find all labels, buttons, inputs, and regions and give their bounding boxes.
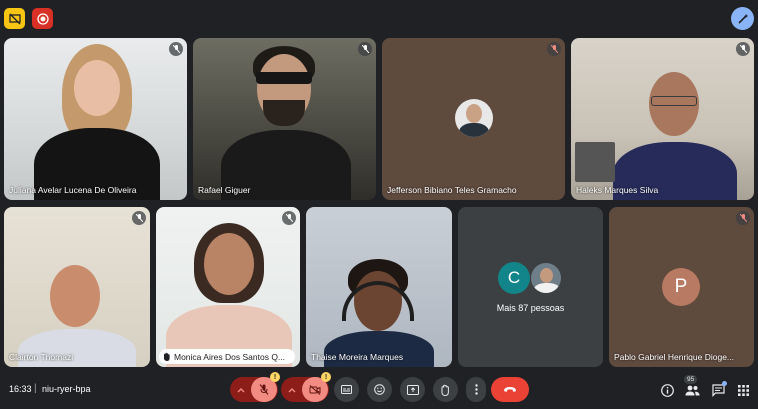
participant-name: Thaise Moreira Marques xyxy=(311,352,404,362)
activities-button[interactable] xyxy=(735,382,751,398)
mic-off-icon xyxy=(736,42,750,56)
name-pill: Monica Aires Dos Santos Q... xyxy=(159,349,295,364)
participant-tile[interactable]: Juliana Avelar Lucena De Oliveira xyxy=(4,38,187,200)
camera-control: ! xyxy=(281,372,331,402)
participant-name: Clairton Thomazi xyxy=(9,352,74,362)
magic-pen-icon[interactable] xyxy=(731,7,754,30)
chevron-up-icon xyxy=(237,387,245,392)
more-participants-tile[interactable]: C Mais 87 pessoas xyxy=(458,207,603,367)
mic-off-icon xyxy=(169,42,183,56)
more-vert-icon xyxy=(474,384,478,395)
participant-name: Rafael Giguer xyxy=(198,185,251,195)
more-options-button[interactable] xyxy=(466,377,486,402)
more-participants-label: Mais 87 pessoas xyxy=(496,303,565,313)
camera-toggle-button[interactable]: ! xyxy=(302,372,331,402)
chevron-up-icon xyxy=(288,387,296,392)
present-screen-icon xyxy=(406,384,419,395)
chat-unread-dot xyxy=(722,381,727,386)
participant-name: Haleks Marques Silva xyxy=(576,185,659,195)
meeting-code: niu-ryer-bpa xyxy=(42,384,91,394)
present-button[interactable] xyxy=(400,377,425,402)
captions-button[interactable] xyxy=(334,377,359,402)
presentation-off-icon[interactable] xyxy=(4,8,25,29)
emoji-icon xyxy=(374,384,385,395)
hand-icon xyxy=(441,384,449,396)
hand-raised-icon xyxy=(164,352,170,361)
hangup-icon xyxy=(504,387,516,392)
leave-call-button[interactable] xyxy=(491,377,529,402)
participant-photo xyxy=(455,99,493,137)
warning-badge: ! xyxy=(321,372,331,382)
participant-name: Jefferson Bibiano Teles Gramacho xyxy=(387,185,517,195)
reactions-button[interactable] xyxy=(367,377,392,402)
avatar: C xyxy=(498,262,530,294)
avatar xyxy=(530,262,562,294)
participant-tile[interactable]: Clairton Thomazi xyxy=(4,207,150,367)
warning-badge: ! xyxy=(270,372,280,382)
participant-video xyxy=(50,265,100,327)
mic-off-icon xyxy=(282,211,296,225)
participant-tile[interactable]: P Pablo Gabriel Henrique Dioge... xyxy=(609,207,754,367)
participant-name: Pablo Gabriel Henrique Dioge... xyxy=(614,352,735,362)
control-bar: 16:33 | niu-ryer-bpa ! ! 95 xyxy=(0,369,758,409)
apps-grid-icon xyxy=(737,384,749,396)
people-button[interactable]: 95 xyxy=(684,375,700,398)
mic-options-button[interactable] xyxy=(231,387,251,393)
participant-tile[interactable]: Haleks Marques Silva xyxy=(571,38,754,200)
record-icon[interactable] xyxy=(32,8,53,29)
people-count-badge: 95 xyxy=(684,375,698,384)
mic-off-icon xyxy=(547,42,561,56)
info-icon xyxy=(660,383,674,397)
mic-off-icon xyxy=(132,211,146,225)
mic-toggle-button[interactable]: ! xyxy=(251,372,280,402)
participant-name: Juliana Avelar Lucena De Oliveira xyxy=(9,185,137,195)
participant-tile[interactable]: Jefferson Bibiano Teles Gramacho xyxy=(382,38,565,200)
participant-tile[interactable]: Thaise Moreira Marques xyxy=(306,207,452,367)
avatar: P xyxy=(662,268,700,306)
mic-off-icon xyxy=(358,42,372,56)
meeting-info-button[interactable] xyxy=(659,382,675,398)
participant-tile[interactable]: Rafael Giguer xyxy=(193,38,376,200)
people-icon xyxy=(685,385,699,395)
participant-tile[interactable]: Monica Aires Dos Santos Q... xyxy=(156,207,300,367)
captions-icon xyxy=(341,385,352,394)
camera-options-button[interactable] xyxy=(282,387,302,393)
clock: 16:33 xyxy=(9,384,32,394)
participant-name: Monica Aires Dos Santos Q... xyxy=(174,351,286,362)
meet-window: Juliana Avelar Lucena De Oliveira Rafael… xyxy=(0,0,758,409)
chat-button[interactable] xyxy=(710,381,727,398)
mic-off-icon xyxy=(259,384,269,395)
mic-control: ! xyxy=(230,372,280,402)
camera-off-icon xyxy=(309,384,321,395)
separator: | xyxy=(34,383,37,394)
mic-off-icon xyxy=(736,211,750,225)
raise-hand-button[interactable] xyxy=(433,377,458,402)
